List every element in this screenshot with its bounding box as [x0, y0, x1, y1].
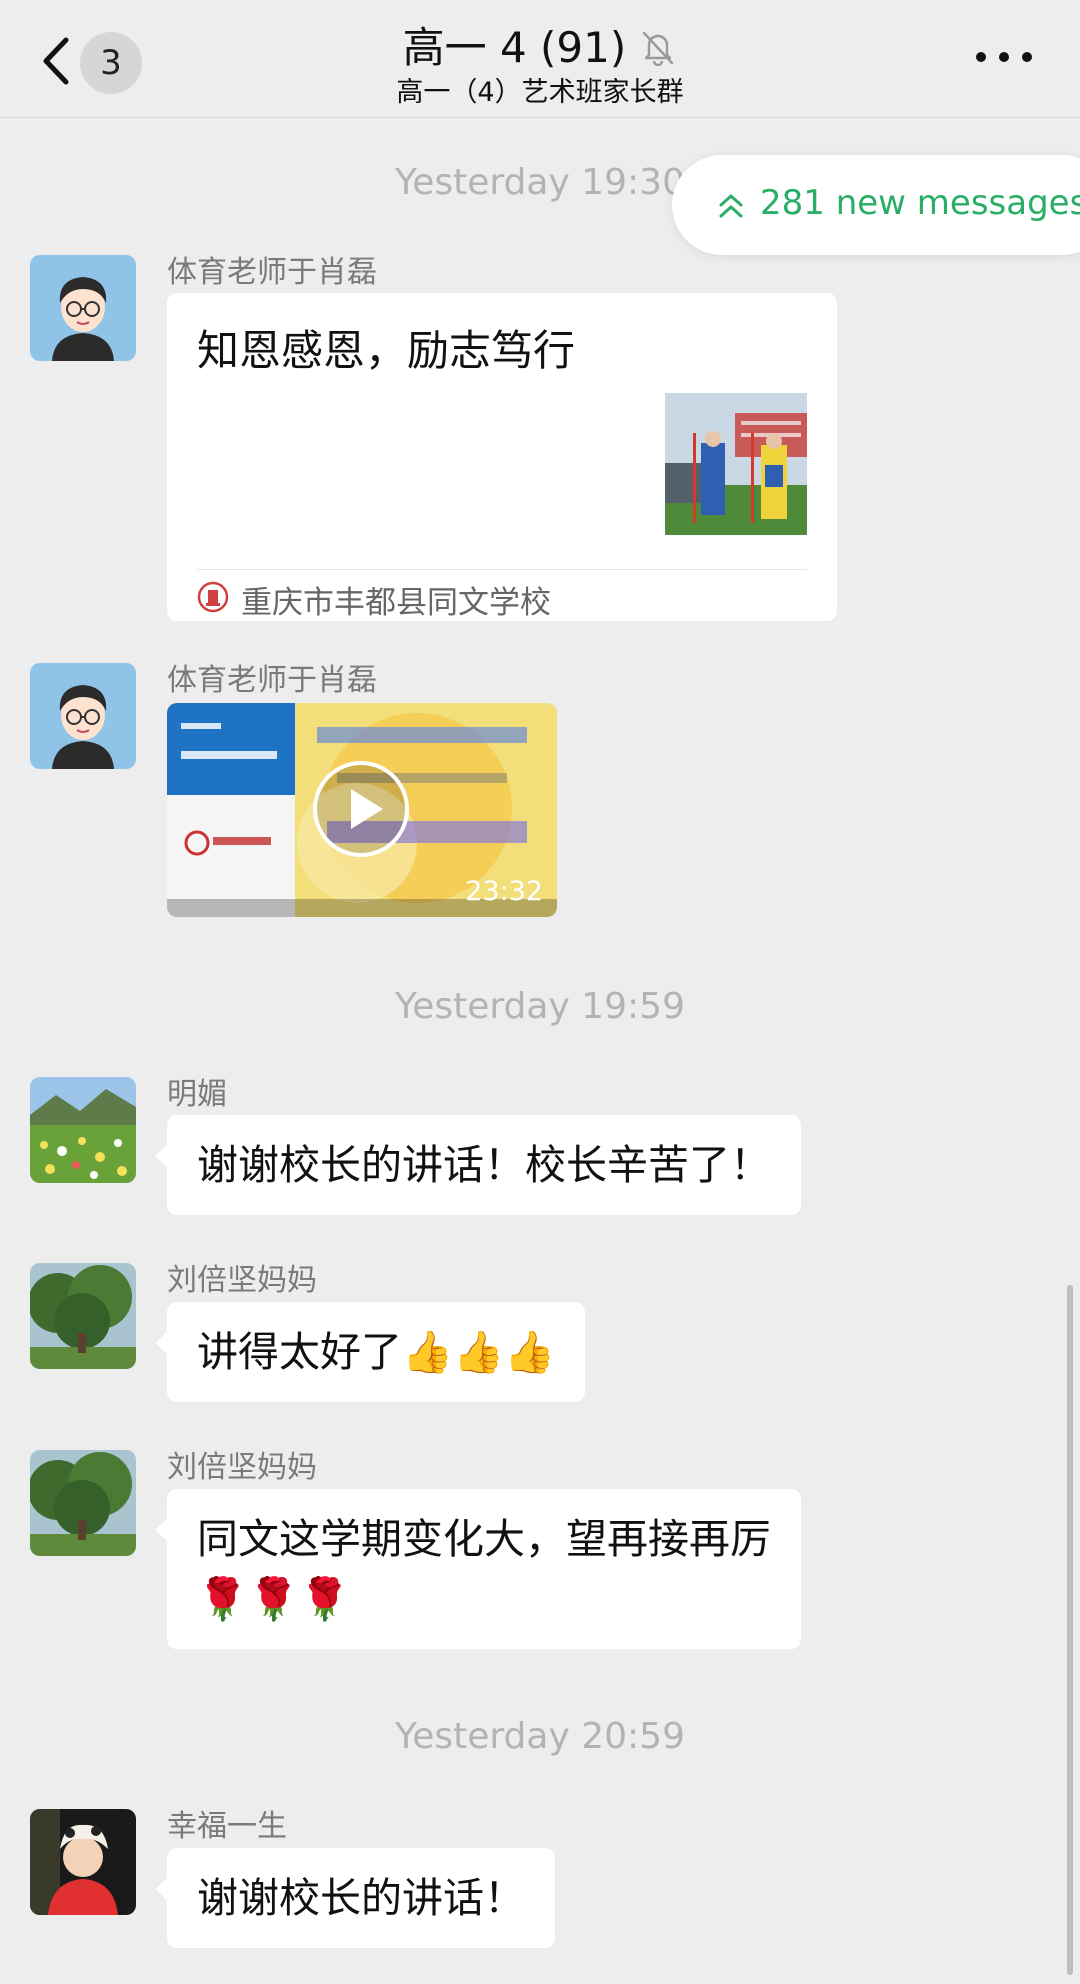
chat-subtitle: 高一（4）艺术班家长群: [396, 77, 684, 108]
chat-header: 3 高一 4 (91) 高一（4）艺术班家长群: [0, 0, 1080, 118]
link-card-source: 重庆市丰都县同文学校: [241, 585, 551, 621]
sender-name: 明媚: [167, 1077, 227, 1112]
sender-name: 体育老师于肖磊: [167, 255, 377, 290]
avatar[interactable]: [30, 663, 136, 769]
link-card-title: 知恩感恩，励志笃行: [197, 326, 576, 375]
new-messages-label: 281 new messages: [760, 183, 1080, 223]
avatar[interactable]: [30, 1263, 136, 1369]
flower-meadow-avatar-image: [30, 1077, 136, 1183]
child-avatar-image: [30, 1809, 136, 1915]
cartoon-boy-avatar-image: [30, 663, 136, 769]
sender-name: 刘倍坚妈妈: [167, 1450, 317, 1485]
text-message-bubble[interactable]: 谢谢校长的讲话！: [155, 1848, 555, 1948]
bell-muted-icon: [643, 31, 674, 66]
video-message[interactable]: 23:32: [167, 703, 557, 917]
avatar[interactable]: [30, 1450, 136, 1556]
school-logo-icon: [197, 581, 229, 613]
avatar[interactable]: [30, 1077, 136, 1183]
double-chevron-up-icon: [719, 194, 743, 218]
divider: [197, 569, 807, 570]
timestamp: Yesterday 19:59: [395, 986, 685, 1027]
more-dots-icon[interactable]: [976, 48, 1032, 66]
tree-avatar-image: [30, 1450, 136, 1556]
message-text: 谢谢校长的讲话！: [197, 1874, 525, 1922]
message-text: 讲得太好了👍👍👍: [197, 1328, 556, 1376]
text-message-bubble[interactable]: 讲得太好了👍👍👍: [154, 1302, 586, 1402]
text-message-bubble[interactable]: 谢谢校长的讲话！校长辛苦了！: [155, 1115, 801, 1215]
text-message-bubble[interactable]: 同文这学期变化大，望再接再厉 🌹🌹🌹: [155, 1489, 801, 1649]
scrollbar[interactable]: [1067, 1285, 1073, 1975]
sender-name: 刘倍坚妈妈: [167, 1263, 317, 1298]
sender-name: 幸福一生: [167, 1809, 287, 1844]
new-messages-button[interactable]: 281 new messages: [672, 155, 1080, 255]
sender-name: 体育老师于肖磊: [167, 663, 377, 698]
avatar[interactable]: [30, 1809, 136, 1915]
timestamp: Yesterday 20:59: [395, 1716, 685, 1757]
video-duration: 23:32: [465, 876, 543, 907]
chat-title: 高一 4 (91): [402, 23, 627, 72]
message-text: 同文这学期变化大，望再接再厉 🌹🌹🌹: [167, 1489, 801, 1649]
link-card-thumbnail: [665, 393, 807, 535]
play-icon[interactable]: [311, 759, 411, 859]
tree-avatar-image: [30, 1263, 136, 1369]
message-text-line: 同文这学期变化大，望再接再厉: [197, 1515, 771, 1563]
message-text-line: 🌹🌹🌹: [197, 1575, 351, 1623]
message-text: 谢谢校长的讲话！校长辛苦了！: [197, 1141, 771, 1189]
avatar[interactable]: [30, 255, 136, 361]
link-card-message[interactable]: 知恩感恩，励志笃行 重庆市丰都县同文学校: [167, 293, 837, 621]
cartoon-boy-avatar-image: [30, 255, 136, 361]
